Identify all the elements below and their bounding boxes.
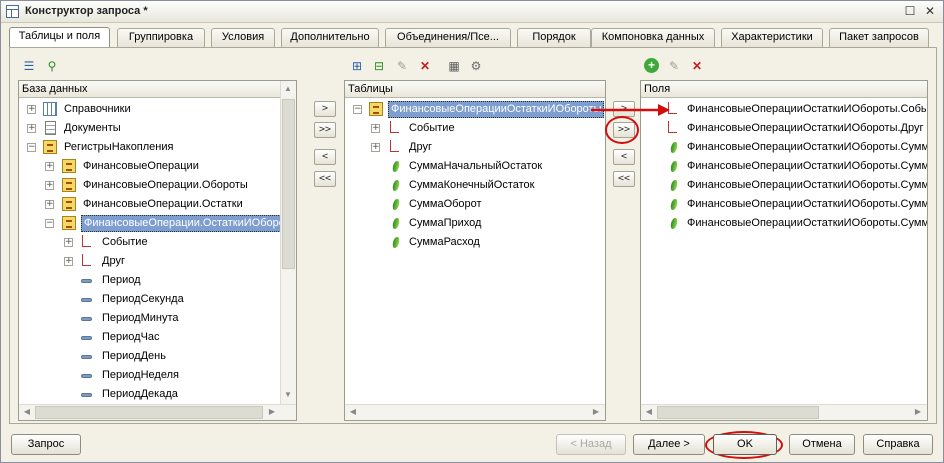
annotation-circle-add-all (605, 116, 639, 144)
annotation-overlay (591, 104, 670, 116)
query-builder-window: Конструктор запроса * ☐ ✕ Таблицы и поля… (0, 0, 944, 463)
next-button[interactable]: Далее > (633, 434, 705, 455)
back-button[interactable]: < Назад (556, 434, 626, 455)
annotation-arrow-head (658, 104, 670, 116)
ok-button[interactable]: OK (713, 434, 777, 455)
cancel-button[interactable]: Отмена (789, 434, 855, 455)
help-button[interactable]: Справка (863, 434, 933, 455)
query-button[interactable]: Запрос (11, 434, 81, 455)
